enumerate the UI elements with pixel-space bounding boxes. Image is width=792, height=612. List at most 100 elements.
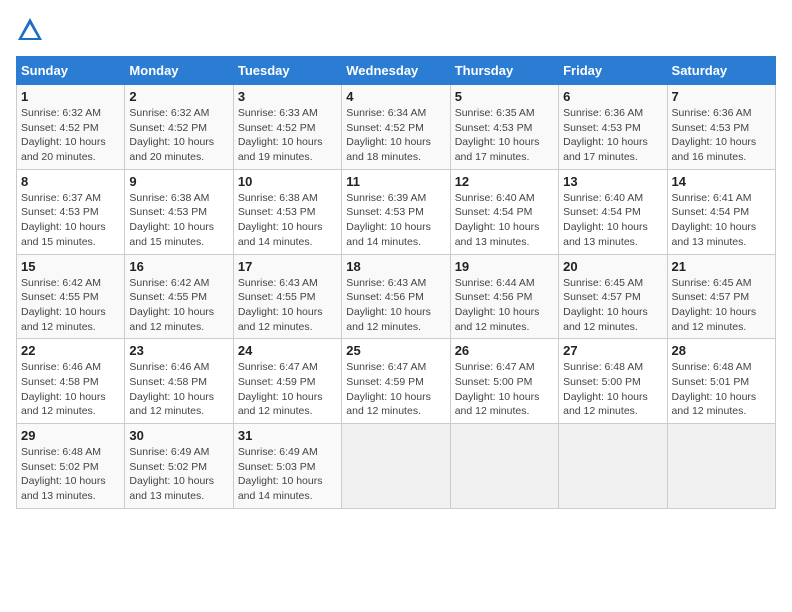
day-number: 7 (672, 89, 771, 104)
day-number: 4 (346, 89, 445, 104)
day-info: Sunrise: 6:47 AMSunset: 4:59 PMDaylight:… (238, 360, 337, 419)
day-info: Sunrise: 6:32 AMSunset: 4:52 PMDaylight:… (21, 106, 120, 165)
calendar-week-row: 8Sunrise: 6:37 AMSunset: 4:53 PMDaylight… (17, 169, 776, 254)
calendar-cell: 1Sunrise: 6:32 AMSunset: 4:52 PMDaylight… (17, 85, 125, 170)
calendar-cell: 29 Sunrise: 6:48 AMSunset: 5:02 PMDayligh… (17, 424, 125, 509)
day-of-week-header: Friday (559, 57, 667, 85)
day-number: 2 (129, 89, 228, 104)
day-of-week-header: Wednesday (342, 57, 450, 85)
calendar-cell: 20 Sunrise: 6:45 AMSunset: 4:57 PMDayligh… (559, 254, 667, 339)
calendar-cell: 2 Sunrise: 6:32 AMSunset: 4:52 PMDaylight… (125, 85, 233, 170)
day-info: Sunrise: 6:44 AMSunset: 4:56 PMDaylight:… (455, 276, 554, 335)
calendar-week-row: 22 Sunrise: 6:46 AMSunset: 4:58 PMDayligh… (17, 339, 776, 424)
day-number: 3 (238, 89, 337, 104)
calendar-cell: 27 Sunrise: 6:48 AMSunset: 5:00 PMDayligh… (559, 339, 667, 424)
day-info: Sunrise: 6:48 AMSunset: 5:00 PMDaylight:… (563, 360, 662, 419)
calendar-table: SundayMondayTuesdayWednesdayThursdayFrid… (16, 56, 776, 509)
logo-icon (16, 16, 44, 44)
day-of-week-header: Sunday (17, 57, 125, 85)
calendar-cell (559, 424, 667, 509)
day-number: 26 (455, 343, 554, 358)
day-info: Sunrise: 6:36 AMSunset: 4:53 PMDaylight:… (563, 106, 662, 165)
day-number: 29 (21, 428, 120, 443)
day-number: 22 (21, 343, 120, 358)
day-info: Sunrise: 6:34 AMSunset: 4:52 PMDaylight:… (346, 106, 445, 165)
day-number: 9 (129, 174, 228, 189)
day-info: Sunrise: 6:42 AMSunset: 4:55 PMDaylight:… (129, 276, 228, 335)
calendar-cell: 9Sunrise: 6:38 AMSunset: 4:53 PMDaylight… (125, 169, 233, 254)
day-info: Sunrise: 6:38 AMSunset: 4:53 PMDaylight:… (238, 191, 337, 250)
calendar-cell: 30Sunrise: 6:49 AMSunset: 5:02 PMDayligh… (125, 424, 233, 509)
day-of-week-header: Monday (125, 57, 233, 85)
day-number: 14 (672, 174, 771, 189)
calendar-cell: 6 Sunrise: 6:36 AMSunset: 4:53 PMDaylight… (559, 85, 667, 170)
day-info: Sunrise: 6:48 AMSunset: 5:01 PMDaylight:… (672, 360, 771, 419)
day-info: Sunrise: 6:33 AMSunset: 4:52 PMDaylight:… (238, 106, 337, 165)
calendar-cell: 31 Sunrise: 6:49 AMSunset: 5:03 PMDayligh… (233, 424, 341, 509)
calendar-cell (342, 424, 450, 509)
day-number: 15 (21, 259, 120, 274)
day-info: Sunrise: 6:35 AMSunset: 4:53 PMDaylight:… (455, 106, 554, 165)
calendar-cell: 19 Sunrise: 6:44 AMSunset: 4:56 PMDayligh… (450, 254, 558, 339)
day-number: 23 (129, 343, 228, 358)
day-info: Sunrise: 6:47 AMSunset: 5:00 PMDaylight:… (455, 360, 554, 419)
day-info: Sunrise: 6:42 AMSunset: 4:55 PMDaylight:… (21, 276, 120, 335)
day-info: Sunrise: 6:40 AMSunset: 4:54 PMDaylight:… (563, 191, 662, 250)
day-info: Sunrise: 6:40 AMSunset: 4:54 PMDaylight:… (455, 191, 554, 250)
day-number: 31 (238, 428, 337, 443)
calendar-body: 1Sunrise: 6:32 AMSunset: 4:52 PMDaylight… (17, 85, 776, 509)
calendar-week-row: 15 Sunrise: 6:42 AMSunset: 4:55 PMDayligh… (17, 254, 776, 339)
calendar-cell: 3 Sunrise: 6:33 AMSunset: 4:52 PMDaylight… (233, 85, 341, 170)
day-number: 28 (672, 343, 771, 358)
day-info: Sunrise: 6:41 AMSunset: 4:54 PMDaylight:… (672, 191, 771, 250)
calendar-cell: 15 Sunrise: 6:42 AMSunset: 4:55 PMDayligh… (17, 254, 125, 339)
page-header (16, 16, 776, 44)
day-number: 11 (346, 174, 445, 189)
calendar-cell: 12Sunrise: 6:40 AMSunset: 4:54 PMDayligh… (450, 169, 558, 254)
calendar-cell: 18 Sunrise: 6:43 AMSunset: 4:56 PMDayligh… (342, 254, 450, 339)
calendar-cell: 26 Sunrise: 6:47 AMSunset: 5:00 PMDayligh… (450, 339, 558, 424)
calendar-cell (450, 424, 558, 509)
calendar-cell: 16 Sunrise: 6:42 AMSunset: 4:55 PMDayligh… (125, 254, 233, 339)
calendar-cell: 23Sunrise: 6:46 AMSunset: 4:58 PMDayligh… (125, 339, 233, 424)
calendar-cell (667, 424, 775, 509)
day-number: 24 (238, 343, 337, 358)
day-number: 16 (129, 259, 228, 274)
day-number: 27 (563, 343, 662, 358)
calendar-cell: 21 Sunrise: 6:45 AMSunset: 4:57 PMDayligh… (667, 254, 775, 339)
day-of-week-header: Thursday (450, 57, 558, 85)
day-number: 25 (346, 343, 445, 358)
calendar-cell: 22 Sunrise: 6:46 AMSunset: 4:58 PMDayligh… (17, 339, 125, 424)
day-number: 17 (238, 259, 337, 274)
day-number: 5 (455, 89, 554, 104)
day-number: 21 (672, 259, 771, 274)
calendar-cell: 13 Sunrise: 6:40 AMSunset: 4:54 PMDayligh… (559, 169, 667, 254)
day-number: 6 (563, 89, 662, 104)
day-number: 10 (238, 174, 337, 189)
day-info: Sunrise: 6:36 AMSunset: 4:53 PMDaylight:… (672, 106, 771, 165)
calendar-week-row: 1Sunrise: 6:32 AMSunset: 4:52 PMDaylight… (17, 85, 776, 170)
day-number: 13 (563, 174, 662, 189)
day-info: Sunrise: 6:46 AMSunset: 4:58 PMDaylight:… (21, 360, 120, 419)
day-info: Sunrise: 6:45 AMSunset: 4:57 PMDaylight:… (672, 276, 771, 335)
day-number: 18 (346, 259, 445, 274)
calendar-cell: 4 Sunrise: 6:34 AMSunset: 4:52 PMDaylight… (342, 85, 450, 170)
day-of-week-header: Saturday (667, 57, 775, 85)
day-number: 30 (129, 428, 228, 443)
calendar-cell: 5 Sunrise: 6:35 AMSunset: 4:53 PMDaylight… (450, 85, 558, 170)
day-number: 19 (455, 259, 554, 274)
calendar-cell: 14 Sunrise: 6:41 AMSunset: 4:54 PMDayligh… (667, 169, 775, 254)
calendar-cell: 28 Sunrise: 6:48 AMSunset: 5:01 PMDayligh… (667, 339, 775, 424)
day-info: Sunrise: 6:43 AMSunset: 4:56 PMDaylight:… (346, 276, 445, 335)
day-info: Sunrise: 6:49 AMSunset: 5:03 PMDaylight:… (238, 445, 337, 504)
day-info: Sunrise: 6:43 AMSunset: 4:55 PMDaylight:… (238, 276, 337, 335)
day-info: Sunrise: 6:45 AMSunset: 4:57 PMDaylight:… (563, 276, 662, 335)
day-info: Sunrise: 6:48 AMSunset: 5:02 PMDaylight:… (21, 445, 120, 504)
day-info: Sunrise: 6:32 AMSunset: 4:52 PMDaylight:… (129, 106, 228, 165)
calendar-cell: 7 Sunrise: 6:36 AMSunset: 4:53 PMDaylight… (667, 85, 775, 170)
calendar-header-row: SundayMondayTuesdayWednesdayThursdayFrid… (17, 57, 776, 85)
calendar-cell: 17 Sunrise: 6:43 AMSunset: 4:55 PMDayligh… (233, 254, 341, 339)
day-info: Sunrise: 6:47 AMSunset: 4:59 PMDaylight:… (346, 360, 445, 419)
calendar-cell: 11Sunrise: 6:39 AMSunset: 4:53 PMDayligh… (342, 169, 450, 254)
day-number: 20 (563, 259, 662, 274)
